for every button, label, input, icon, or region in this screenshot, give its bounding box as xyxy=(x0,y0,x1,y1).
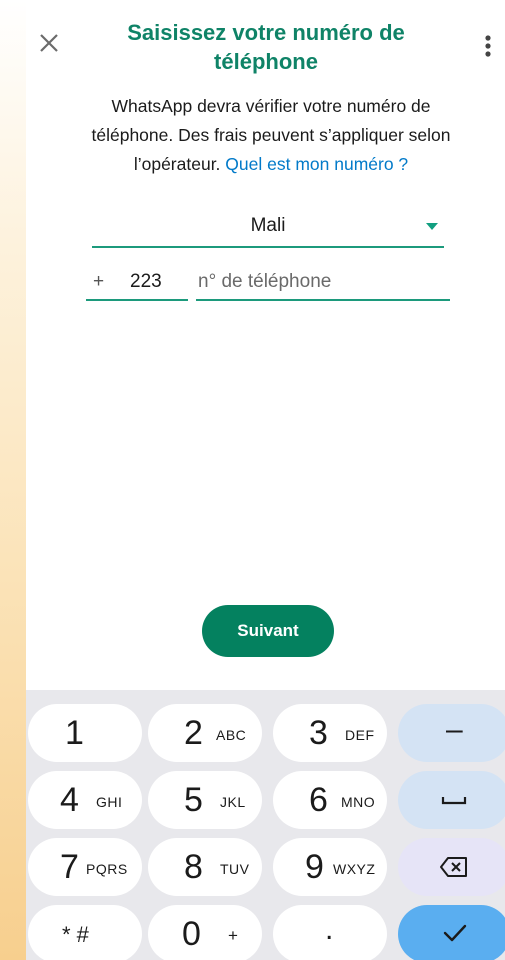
key-9-letters: WXYZ xyxy=(333,861,376,877)
page-title-line1: Saisissez votre numéro de xyxy=(127,20,405,45)
key-8-digit: 8 xyxy=(184,848,203,886)
numeric-keypad: 1 2 ABC 3 DEF – 4 GHI 5 JKL 6 MNO 7 PQRS… xyxy=(26,690,505,960)
key-4[interactable]: 4 GHI xyxy=(28,771,142,829)
key-9[interactable]: 9 WXYZ xyxy=(273,838,387,896)
key-1-digit: 1 xyxy=(65,714,84,752)
key-6[interactable]: 6 MNO xyxy=(273,771,387,829)
close-icon[interactable] xyxy=(36,30,62,56)
key-done[interactable] xyxy=(398,905,505,960)
phone-number-placeholder: n° de téléphone xyxy=(198,271,332,292)
key-5[interactable]: 5 JKL xyxy=(148,771,262,829)
plus-sign: + xyxy=(93,271,105,292)
page-title: Saisissez votre numéro de téléphone xyxy=(81,18,451,76)
key-0-digit: 0 xyxy=(182,915,201,953)
key-1[interactable]: 1 xyxy=(28,704,142,762)
key-2[interactable]: 2 ABC xyxy=(148,704,262,762)
key-minus[interactable]: – xyxy=(398,704,505,762)
key-4-digit: 4 xyxy=(60,781,79,819)
key-3[interactable]: 3 DEF xyxy=(273,704,387,762)
key-9-digit: 9 xyxy=(305,848,324,886)
key-star-hash-symbols: * # xyxy=(62,922,89,947)
key-7[interactable]: 7 PQRS xyxy=(28,838,142,896)
key-6-digit: 6 xyxy=(309,781,328,819)
intro-line3-text: l’opérateur. xyxy=(133,154,221,174)
key-6-letters: MNO xyxy=(341,794,376,810)
intro-line2: téléphone. Des frais peuvent s’appliquer… xyxy=(91,125,451,145)
intro-line1: WhatsApp devra vérifier votre numéro de xyxy=(111,96,431,116)
key-dot-symbol: . xyxy=(325,913,334,946)
country-name: Mali xyxy=(250,215,286,236)
intro-line3: l’opérateur. Quel est mon numéro ? xyxy=(61,150,481,179)
page-title-line2: téléphone xyxy=(214,49,318,74)
background-strip xyxy=(0,0,26,960)
phone-number-input[interactable]: n° de téléphone xyxy=(196,265,450,301)
more-vertical-icon[interactable] xyxy=(476,32,500,60)
checkmark-icon xyxy=(443,924,467,942)
key-backspace[interactable] xyxy=(398,838,505,896)
dropdown-arrow-icon xyxy=(426,223,438,230)
key-2-digit: 2 xyxy=(184,714,203,752)
phone-entry-screen: Saisissez votre numéro de téléphone What… xyxy=(26,0,505,960)
key-5-digit: 5 xyxy=(184,781,203,819)
key-minus-symbol: – xyxy=(446,713,463,746)
key-5-letters: JKL xyxy=(220,794,246,810)
key-dot[interactable]: . xyxy=(273,905,387,960)
key-8[interactable]: 8 TUV xyxy=(148,838,262,896)
country-code-field[interactable]: + 223 xyxy=(86,265,188,301)
key-3-digit: 3 xyxy=(309,714,328,752)
key-space[interactable] xyxy=(398,771,505,829)
key-3-letters: DEF xyxy=(345,727,375,743)
key-4-letters: GHI xyxy=(96,794,123,810)
backspace-icon xyxy=(440,857,467,877)
space-bar-icon xyxy=(441,797,467,805)
key-7-digit: 7 xyxy=(60,848,79,886)
key-2-letters: ABC xyxy=(216,727,247,743)
key-0[interactable]: 0 + xyxy=(148,905,262,960)
key-7-letters: PQRS xyxy=(86,861,128,877)
country-code-value: 223 xyxy=(130,271,162,292)
what-is-my-number-link[interactable]: Quel est mon numéro ? xyxy=(225,154,408,174)
intro-text: WhatsApp devra vérifier votre numéro de … xyxy=(61,92,481,179)
next-button[interactable]: Suivant xyxy=(202,605,334,657)
country-selector[interactable]: Mali xyxy=(92,208,444,248)
key-8-letters: TUV xyxy=(220,861,250,877)
key-0-letters: + xyxy=(228,926,239,945)
key-star-hash[interactable]: * # xyxy=(28,905,142,960)
